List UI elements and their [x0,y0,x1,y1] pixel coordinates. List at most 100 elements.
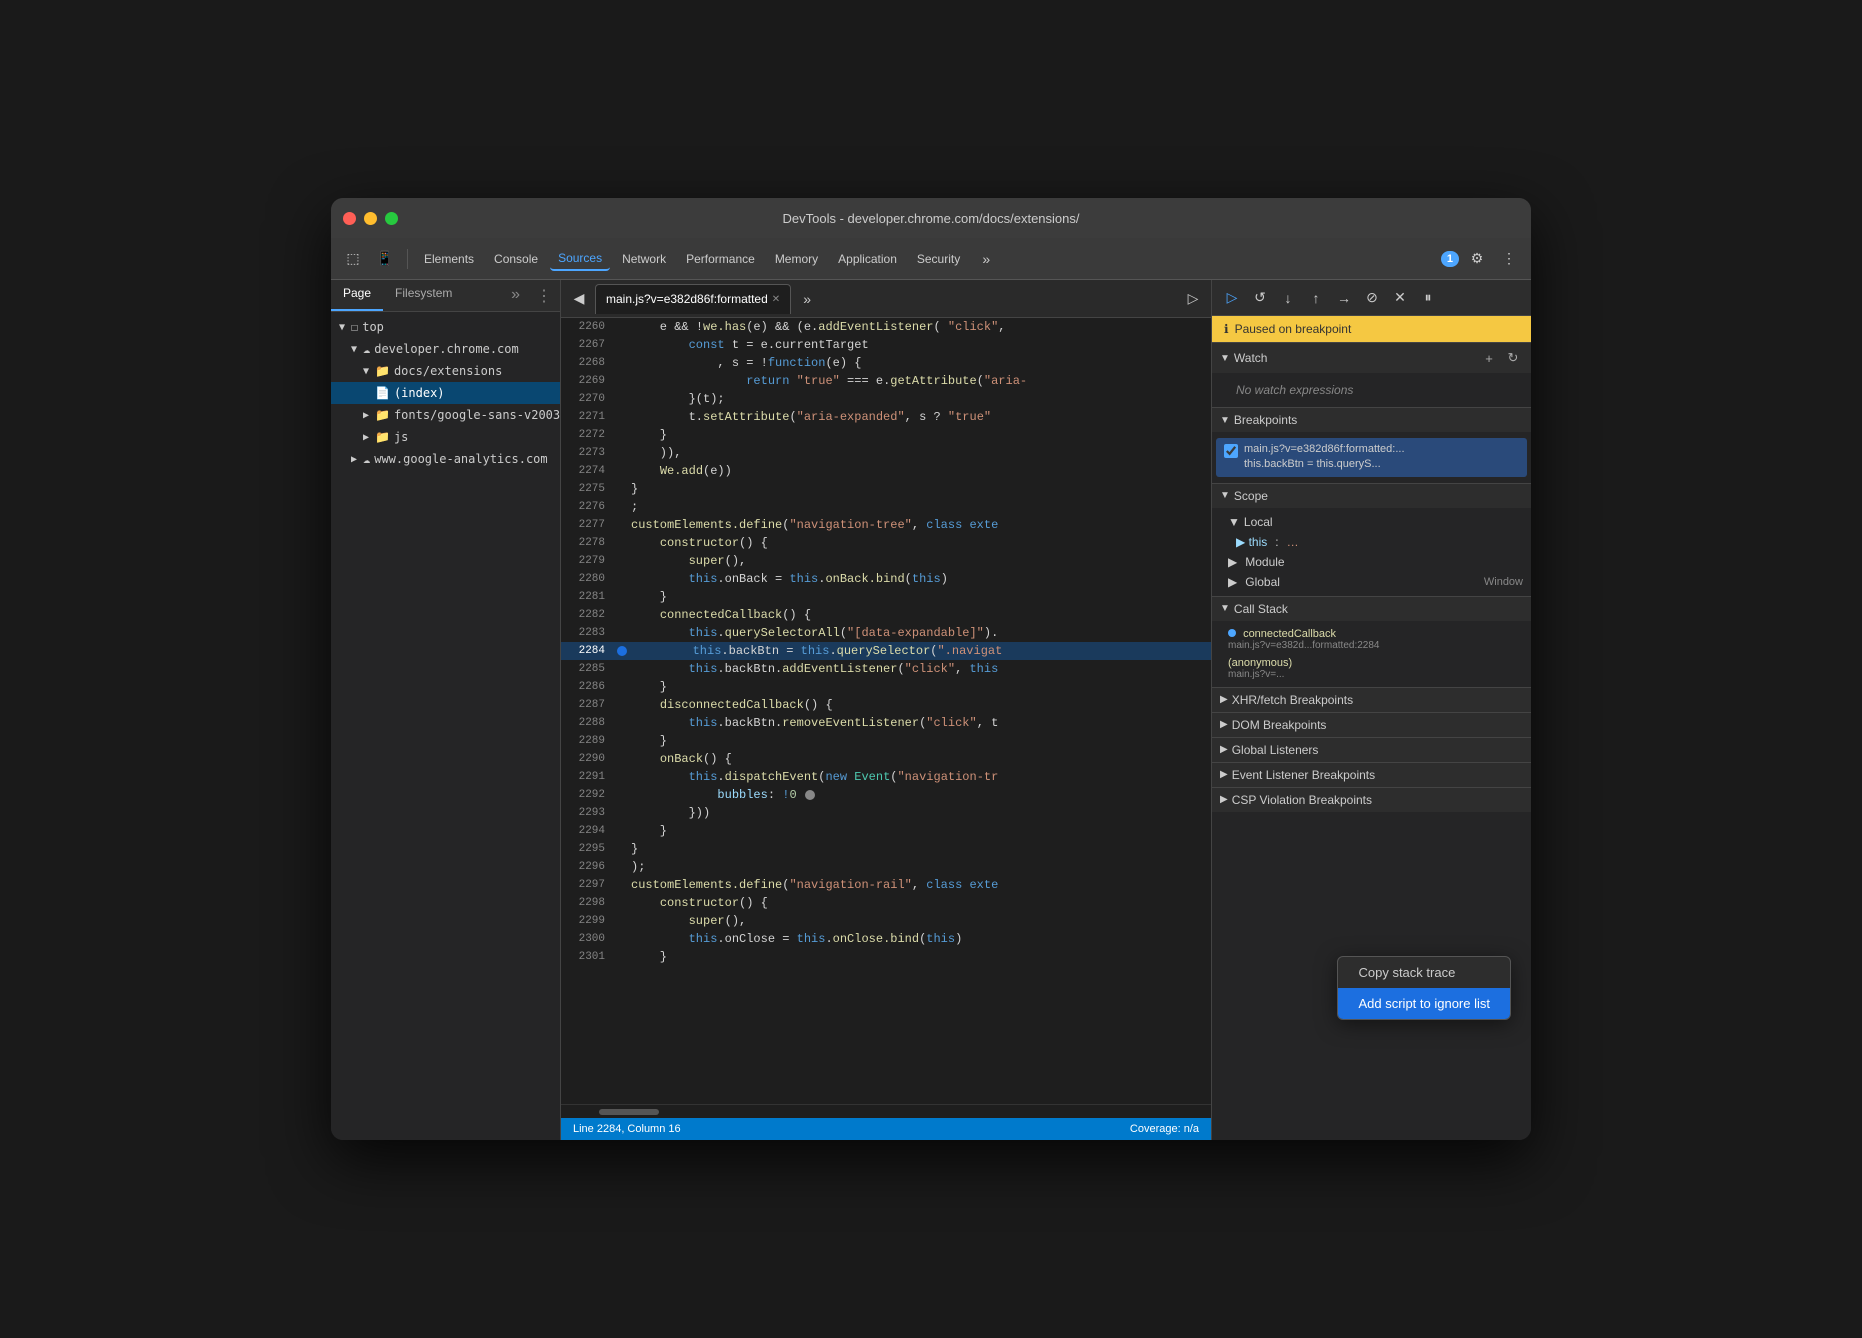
filesystem-tab[interactable]: Filesystem [383,280,464,311]
close-button[interactable] [343,212,356,225]
no-watch-text: No watch expressions [1212,377,1531,403]
domain-icon: ☁ [363,342,370,356]
tree-item-js[interactable]: ▶ 📁 js [331,426,560,448]
left-options-button[interactable]: ⋮ [528,280,560,311]
breakpoints-section-header[interactable]: ▼ Breakpoints [1212,407,1531,432]
global-listeners-section-header[interactable]: ▶ Global Listeners [1212,737,1531,762]
step-into-button[interactable]: ↓ [1276,286,1300,310]
add-watch-button[interactable]: + [1479,348,1499,368]
watch-section-header[interactable]: ▼ Watch + ↻ [1212,342,1531,373]
scope-module-header[interactable]: ▶ Module [1212,552,1531,572]
close-tab-button[interactable]: ✕ [772,294,780,305]
collapse-left-button[interactable]: ◀ [565,285,593,313]
debug-toolbar: ▷ ↺ ↓ ↑ → ⊘ ✕ ⏸ [1212,280,1531,316]
tab-application[interactable]: Application [830,248,905,270]
scope-local-header[interactable]: ▼ Local [1212,512,1531,532]
code-line-2267: 2267 const t = e.currentTarget [561,336,1211,354]
step-over-button[interactable]: ↺ [1248,286,1272,310]
csp-section-header[interactable]: ▶ CSP Violation Breakpoints [1212,787,1531,812]
main-js-tab[interactable]: main.js?v=e382d86f:formatted ✕ [595,284,791,314]
sources-tabs: ◀ main.js?v=e382d86f:formatted ✕ » ▷ [561,280,1211,318]
traffic-lights [343,212,398,225]
horizontal-scrollbar[interactable] [561,1104,1211,1118]
maximize-button[interactable] [385,212,398,225]
deactivate-breakpoints-button[interactable]: ⊘ [1360,286,1384,310]
coverage-status: Coverage: n/a [1130,1123,1199,1135]
tab-console[interactable]: Console [486,248,546,270]
code-line-2281: 2281 } [561,588,1211,606]
tab-sources[interactable]: Sources [550,247,610,271]
breakpoint-indicator [617,646,627,656]
expand-arrow: ▼ [351,344,363,355]
callstack-item-connected[interactable]: connectedCallback main.js?v=e382d...form… [1212,625,1531,654]
step-button[interactable]: → [1332,286,1356,310]
code-line-2278: 2278 constructor() { [561,534,1211,552]
more-tabs-button[interactable]: » [793,285,821,313]
scope-this-item[interactable]: ▶ this : … [1212,532,1531,552]
event-listener-arrow: ▶ [1220,769,1228,780]
watch-arrow: ▼ [1220,353,1230,364]
event-listener-section-header[interactable]: ▶ Event Listener Breakpoints [1212,762,1531,787]
tab-memory[interactable]: Memory [767,248,826,270]
info-icon: ℹ [1224,322,1229,336]
scope-global-header[interactable]: ▶ Global Window [1212,572,1531,592]
tree-label: js [394,430,408,444]
pause-on-exceptions-button[interactable]: ⏸ [1416,286,1440,310]
play-button[interactable]: ▷ [1179,285,1207,313]
callstack-label: Call Stack [1234,602,1288,616]
tree-item-analytics[interactable]: ▶ ☁ www.google-analytics.com [331,448,560,470]
tree-item-chrome[interactable]: ▼ ☁ developer.chrome.com [331,338,560,360]
add-to-ignore-list-menuitem[interactable]: Add script to ignore list [1338,988,1510,1019]
dom-section-header[interactable]: ▶ DOM Breakpoints [1212,712,1531,737]
left-panel-tabs: Page Filesystem » ⋮ [331,280,560,312]
code-line-2295: 2295 } [561,840,1211,858]
step-out-button[interactable]: ↑ [1304,286,1328,310]
breakpoints-arrow: ▼ [1220,415,1230,426]
local-label: Local [1244,515,1273,529]
left-more-button[interactable]: » [503,280,528,311]
resume-button[interactable]: ▷ [1220,286,1244,310]
tab-performance[interactable]: Performance [678,248,763,270]
settings-button[interactable]: ⚙ [1463,245,1491,273]
code-line-2293: 2293 })) [561,804,1211,822]
dont-pause-exceptions-button[interactable]: ✕ [1388,286,1412,310]
tab-elements[interactable]: Elements [416,248,482,270]
tab-security[interactable]: Security [909,248,968,270]
more-options-button[interactable]: ⋮ [1495,245,1523,273]
inspect-element-button[interactable]: ⬚ [339,245,367,273]
breakpoint-item[interactable]: main.js?v=e382d86f:formatted:... this.ba… [1216,438,1527,477]
code-line-2296: 2296 ); [561,858,1211,876]
scope-content: ▼ Local ▶ this : … ▶ Module [1212,508,1531,596]
minimize-button[interactable] [364,212,377,225]
refresh-watch-button[interactable]: ↻ [1503,348,1523,368]
csp-arrow: ▶ [1220,794,1228,805]
page-tab[interactable]: Page [331,280,383,311]
scope-section-header[interactable]: ▼ Scope [1212,483,1531,508]
tree-item-fonts[interactable]: ▶ 📁 fonts/google-sans-v2003 [331,404,560,426]
expand-arrow: ▶ [363,410,375,421]
breakpoint-checkbox[interactable] [1224,444,1238,458]
copy-stack-trace-menuitem[interactable]: Copy stack trace [1338,957,1510,988]
expand-icon: ▶ [1228,575,1237,589]
tree-item-top[interactable]: ▼ ☐ top [331,316,560,338]
tab-filename: main.js?v=e382d86f:formatted [606,292,768,306]
tab-network[interactable]: Network [614,248,674,270]
tree-item-index[interactable]: 📄 (index) [331,382,560,404]
code-line-2272: 2272 } [561,426,1211,444]
xhr-section-header[interactable]: ▶ XHR/fetch Breakpoints [1212,687,1531,712]
more-tabs-button[interactable]: » [972,245,1000,273]
callstack-item-anonymous[interactable]: (anonymous) main.js?v=... [1212,654,1531,683]
code-line-2277: 2277 customElements.define("navigation-t… [561,516,1211,534]
device-toggle-button[interactable]: 📱 [371,245,399,273]
paused-banner: ℹ Paused on breakpoint [1212,316,1531,342]
code-editor[interactable]: 2260 e && !we.has(e) && (e.addEventListe… [561,318,1211,1104]
code-line-2298: 2298 constructor() { [561,894,1211,912]
notification-badge[interactable]: 1 [1441,251,1459,267]
devtools-body: Page Filesystem » ⋮ ▼ ☐ top ▼ ☁ de [331,280,1531,1140]
folder-icon: 📁 [375,364,390,378]
breakpoints-label: Breakpoints [1234,413,1297,427]
code-line-2284: 2284 this.backBtn = this.querySelector("… [561,642,1211,660]
callstack-section-header[interactable]: ▼ Call Stack [1212,596,1531,621]
tree-item-docs[interactable]: ▼ 📁 docs/extensions [331,360,560,382]
code-line-2276: 2276 ; [561,498,1211,516]
